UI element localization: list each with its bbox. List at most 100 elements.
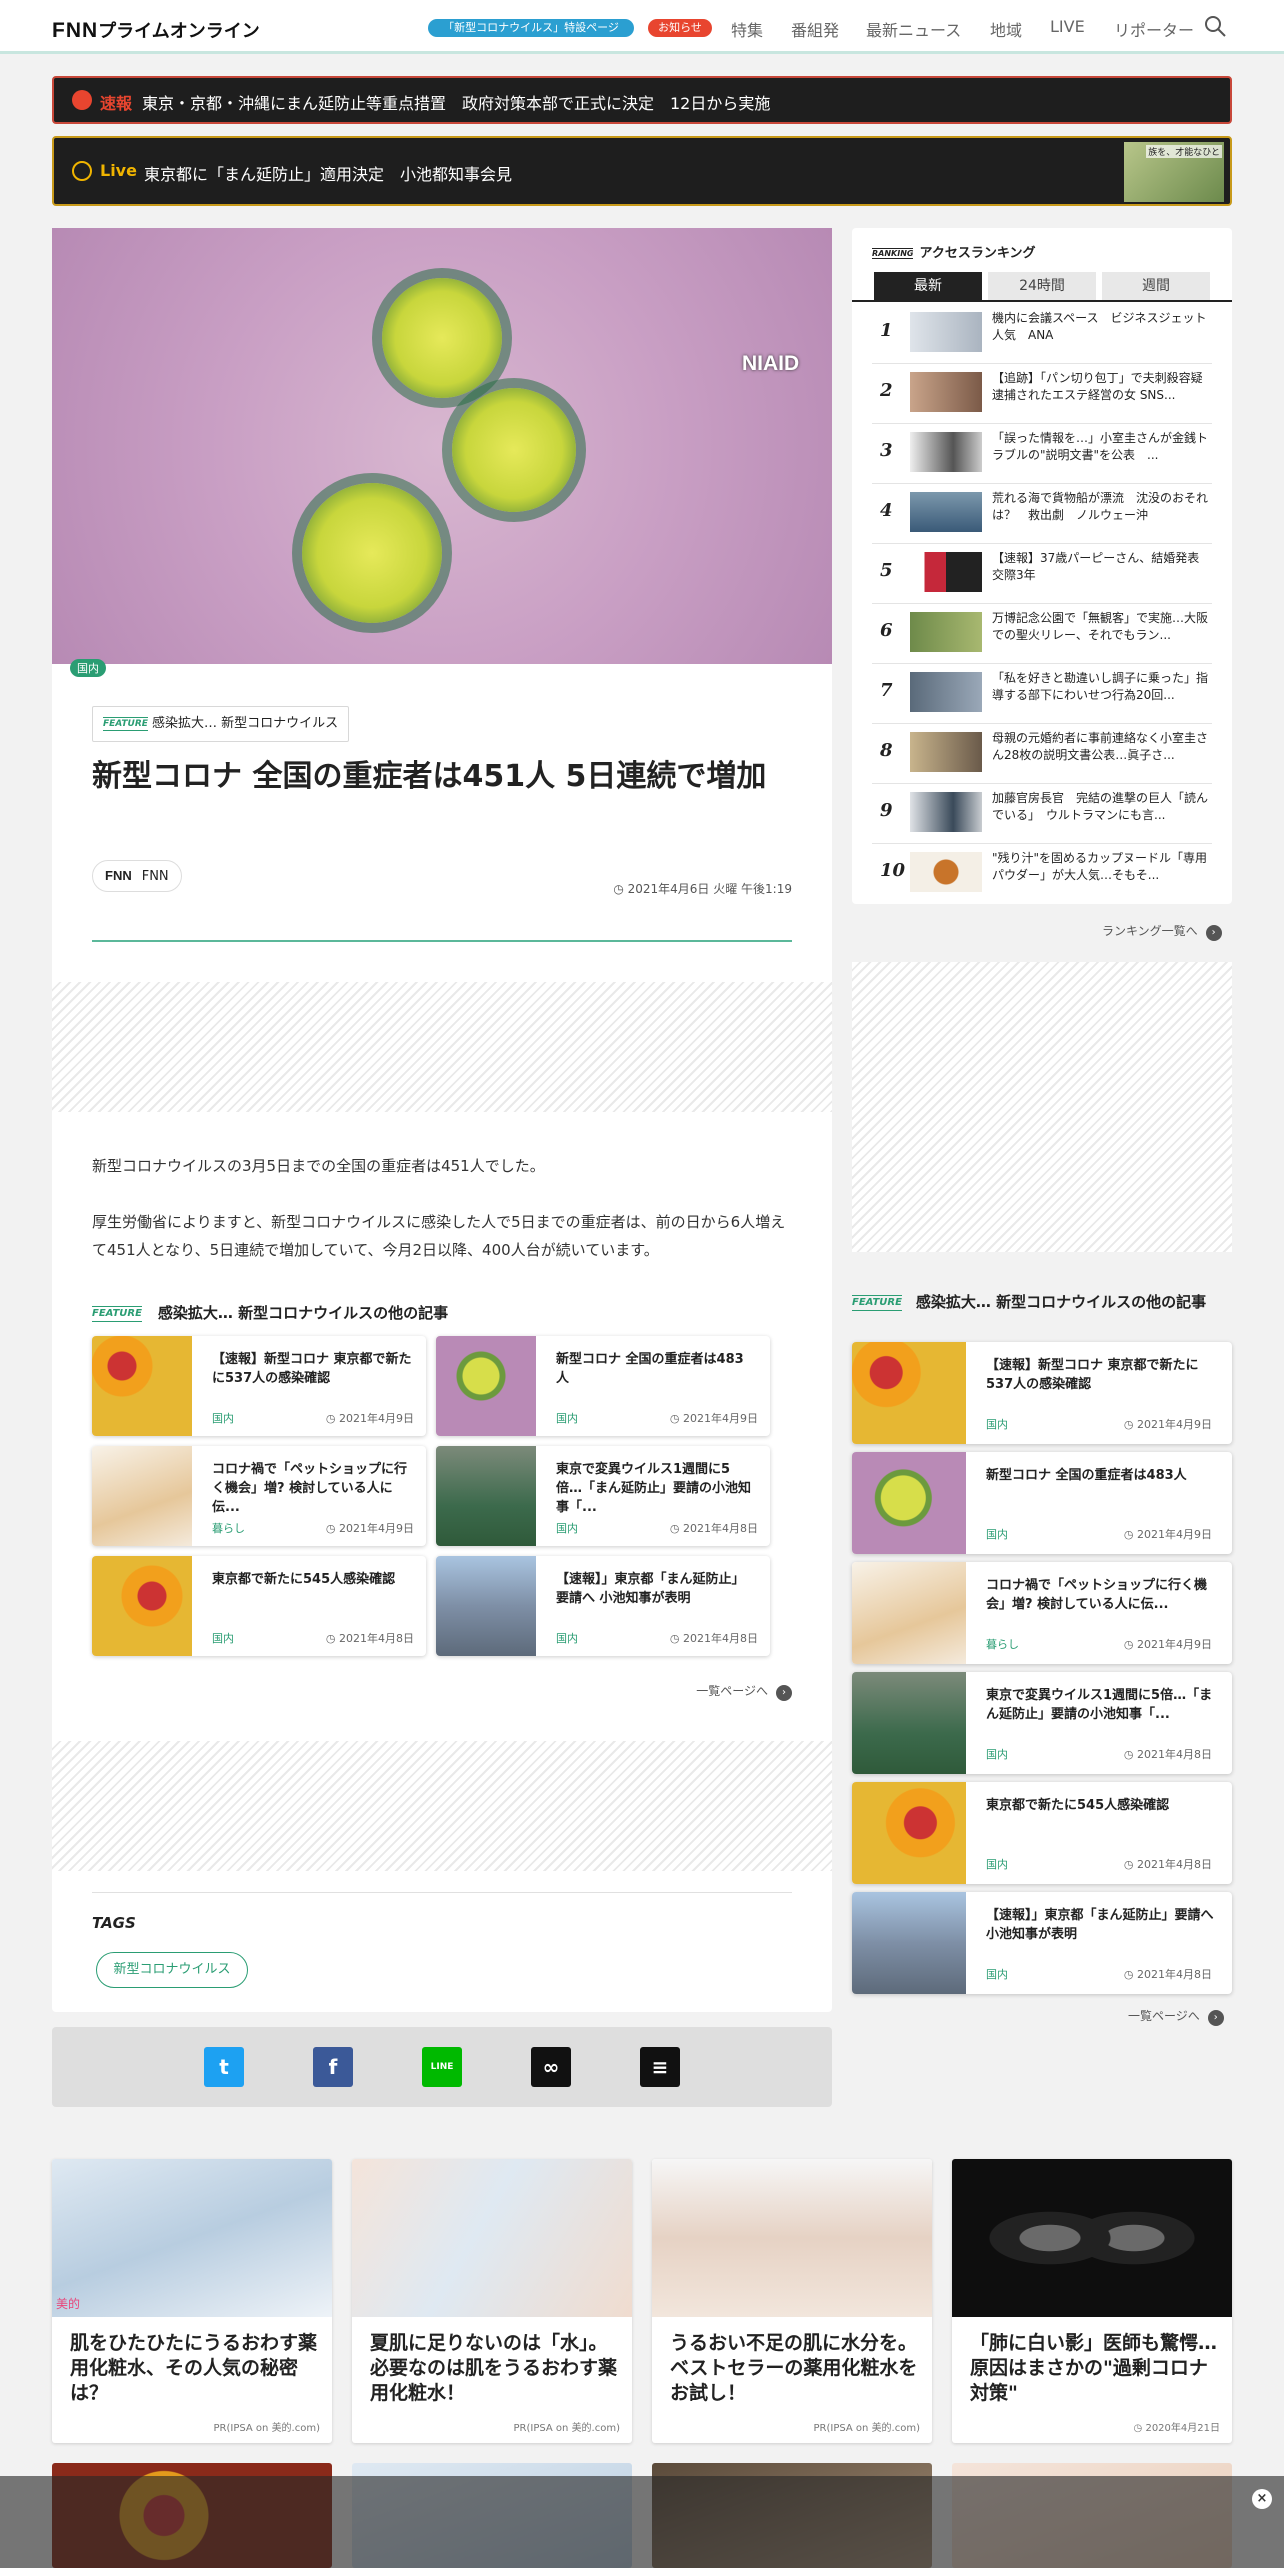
ranking-item[interactable]: 7 「私を好きと勘違いし調子に乗った」指導する部下にわいせつ行為20回... bbox=[872, 664, 1212, 724]
side-feature-card[interactable]: 【速報】新型コロナ 東京都で新たに537人の感染確認 国内 ◷ 2021年4月9日 bbox=[852, 1342, 1232, 1444]
ranking-item[interactable]: 8 母親の元婚約者に事前連絡なく小室圭さん28枚の説明文書公表…眞子さ... bbox=[872, 724, 1212, 784]
ranking-thumb bbox=[910, 492, 982, 532]
side-card-title: 東京で変異ウイルス1週間に5倍…「まん延防止」要請の小池知事「... bbox=[986, 1688, 1213, 1722]
related-card[interactable]: 【速報】新型コロナ 東京都で新たに537人の感染確認 国内 ◷ 2021年4月9… bbox=[92, 1336, 426, 1436]
ranking-title: "残り汁"を固めるカップヌードル「専用パウダー」が大人気…そもそ... bbox=[992, 851, 1208, 882]
side-thumb bbox=[852, 1342, 966, 1444]
ranking-thumb bbox=[910, 612, 982, 652]
chevron-right-icon: › bbox=[1205, 925, 1222, 941]
side-feature-card[interactable]: 東京で変異ウイルス1週間に5倍…「まん延防止」要請の小池知事「... 国内 ◷ 20… bbox=[852, 1672, 1232, 1774]
related-heading: FEATURE 感染拡大… 新型コロナウイルスの他の記事 bbox=[92, 1302, 448, 1323]
special-page-link[interactable]: 「新型コロナウイルス」特設ページ bbox=[428, 19, 634, 37]
live-thumbnail[interactable]: 族を、才能なひと bbox=[1124, 142, 1224, 202]
side-card-date-text: 2021年4月9日 bbox=[1137, 1638, 1212, 1651]
breaking-text: 東京・京都・沖縄にまん延防止等重点措置 政府対策本部で正式に決定 12日から実施 bbox=[142, 94, 771, 113]
copy-link-button[interactable]: ∞ bbox=[531, 2047, 571, 2087]
virus-particle bbox=[452, 388, 576, 512]
related-card-date: ◷ 2021年4月8日 bbox=[669, 1522, 758, 1535]
related-card[interactable]: 東京都で新たに545人感染確認 国内 ◷ 2021年4月8日 bbox=[92, 1556, 426, 1656]
related-card-date-text: 2021年4月9日 bbox=[683, 1412, 758, 1425]
rank-number: 6 bbox=[880, 620, 893, 641]
nav-feature[interactable]: 特集 bbox=[731, 17, 763, 41]
live-eye-icon bbox=[72, 161, 92, 181]
breaking-label: 速報 bbox=[100, 94, 133, 113]
ranking-item[interactable]: 5 【速報】37歳パーピーさん、結婚発表 交際3年 bbox=[872, 544, 1212, 604]
related-card[interactable]: コロナ禍で「ペットショップに行く機会」増? 検討している人に伝... 暮らし ◷… bbox=[92, 1446, 426, 1546]
related-thumb bbox=[92, 1336, 192, 1436]
ranking-item[interactable]: 6 万博記念公園で「無観客」で実施…大阪での聖火リレー、それでもラン... bbox=[872, 604, 1212, 664]
nav-programs[interactable]: 番組発 bbox=[791, 17, 839, 41]
nav-latest-news[interactable]: 最新ニュース bbox=[866, 17, 961, 41]
feature-label: FEATURE bbox=[92, 1305, 142, 1322]
side-card-date: ◷ 2021年4月9日 bbox=[1123, 1418, 1212, 1431]
nav-region[interactable]: 地域 bbox=[990, 17, 1022, 41]
search-icon[interactable] bbox=[1203, 14, 1227, 38]
live-thumb-caption: 族を、才能なひと bbox=[1146, 145, 1222, 158]
side-feature-card[interactable]: 【速報】」東京都「まん延防止」要請へ 小池知事が表明 国内 ◷ 2021年4月8日 bbox=[852, 1892, 1232, 1994]
divider bbox=[852, 300, 1232, 302]
side-feature-card[interactable]: コロナ禍で「ペットショップに行く機会」増? 検討している人に伝... 暮らし ◷ 2… bbox=[852, 1562, 1232, 1664]
promo-card[interactable]: 美的 肌をひたひたにうるおわす薬用化粧水、その人気の秘密は？ PR(IPSA o… bbox=[52, 2159, 332, 2443]
ranking-item[interactable]: 10 "残り汁"を固めるカップヌードル「専用パウダー」が大人気…そもそ... bbox=[872, 844, 1212, 904]
ranking-item[interactable]: 9 加藤官房長官 完結の進撃の巨人「読んでいる」 ウルトラマンにも言... bbox=[872, 784, 1212, 844]
twitter-share-button[interactable]: t bbox=[204, 2047, 244, 2087]
related-card-title: 【速報】」東京都「まん延防止」要請へ 小池知事が表明 bbox=[556, 1572, 745, 1606]
facebook-share-button[interactable]: f bbox=[313, 2047, 353, 2087]
promo-card[interactable]: 「肺に白い影」医師も驚愕…原因はまさかの"過剰コロナ対策" ◷ 2020年4月2… bbox=[952, 2159, 1232, 2443]
rank-number: 9 bbox=[880, 800, 893, 821]
ranking-more-link[interactable]: ランキング一覧へ › bbox=[1102, 922, 1222, 941]
close-icon[interactable]: × bbox=[1252, 2489, 1272, 2509]
ranking-item[interactable]: 1 機内に会議スペース ビジネスジェット人気 ANA bbox=[872, 304, 1212, 364]
promo-title: うるおい不足の肌に水分を。ベストセラーの薬用化粧水をお試し！ bbox=[670, 2332, 918, 2404]
related-title: 感染拡大… 新型コロナウイルスの他の記事 bbox=[157, 1304, 449, 1322]
feature-label: FEATURE bbox=[103, 716, 148, 731]
tab-latest[interactable]: 最新 bbox=[874, 272, 982, 300]
nav-live[interactable]: LIVE bbox=[1050, 17, 1085, 36]
ranking-item[interactable]: 3 「誤った情報を…」小室圭さんが金銭トラブルの"説明文書"を公表 ... bbox=[872, 424, 1212, 484]
promo-title: 夏肌に足りないのは「水」。必要なのは肌をうるおわす薬用化粧水！ bbox=[370, 2332, 618, 2404]
ranking-item[interactable]: 4 荒れる海で貨物船が漂流 沈没のおそれは？ 救出劇 ノルウェー沖 bbox=[872, 484, 1212, 544]
promo-card[interactable]: 夏肌に足りないのは「水」。必要なのは肌をうるおわす薬用化粧水！ PR(IPSA … bbox=[352, 2159, 632, 2443]
ranking-thumb bbox=[910, 372, 982, 412]
promo-source: PR(IPSA on 美的.com) bbox=[213, 2423, 320, 2434]
category-badge[interactable]: 国内 bbox=[70, 659, 106, 677]
promo-title: 「肺に白い影」医師も驚愕…原因はまさかの"過剰コロナ対策" bbox=[970, 2332, 1218, 2404]
author-badge[interactable]: FNN FNN bbox=[92, 860, 182, 892]
breaking-news-bar[interactable]: 速報 東京・京都・沖縄にまん延防止等重点措置 政府対策本部で正式に決定 12日か… bbox=[52, 76, 1232, 124]
promo-title: 肌をひたひたにうるおわす薬用化粧水、その人気の秘密は？ bbox=[70, 2332, 318, 2404]
ranking-title: 機内に会議スペース ビジネスジェット人気 ANA bbox=[992, 311, 1207, 342]
tab-24h[interactable]: 24時間 bbox=[988, 272, 1096, 300]
tag-link[interactable]: 新型コロナウイルス bbox=[96, 1952, 248, 1988]
promo-card[interactable]: うるおい不足の肌に水分を。ベストセラーの薬用化粧水をお試し！ PR(IPSA o… bbox=[652, 2159, 932, 2443]
side-card-category: 国内 bbox=[986, 1418, 1008, 1431]
related-card[interactable]: 【速報】」東京都「まん延防止」要請へ 小池知事が表明 国内 ◷ 2021年4月8… bbox=[436, 1556, 770, 1656]
feature-link[interactable]: FEATURE 感染拡大… 新型コロナウイルス bbox=[92, 706, 350, 742]
side-card-title: 新型コロナ 全国の重症者は483人 bbox=[986, 1468, 1187, 1483]
ranking-heading: RANKING アクセスランキング bbox=[872, 242, 1035, 261]
site-logo[interactable]: FNNプライムオンライン bbox=[52, 17, 260, 43]
side-feature-card[interactable]: 東京都で新たに545人感染確認 国内 ◷ 2021年4月8日 bbox=[852, 1782, 1232, 1884]
related-card-title: 東京で変異ウイルス1週間に5倍…「まん延防止」要請の小池知事「... bbox=[556, 1462, 752, 1515]
related-card-title: コロナ禍で「ペットショップに行く機会」増? 検討している人に伝... bbox=[212, 1462, 408, 1515]
side-card-title: 東京都で新たに545人感染確認 bbox=[986, 1798, 1170, 1813]
live-bar[interactable]: Live 東京都に「まん延防止」適用決定 小池都知事会見 族を、才能なひと bbox=[52, 136, 1232, 206]
ranking-item[interactable]: 2 【追跡】「パン切り包丁」で夫刺殺容疑 逮捕されたエステ経営の女 SNS... bbox=[872, 364, 1212, 424]
nav-reporter[interactable]: リポーター bbox=[1114, 17, 1194, 41]
related-thumb bbox=[92, 1446, 192, 1546]
related-card-date: ◷ 2021年4月9日 bbox=[669, 1412, 758, 1425]
tab-weekly[interactable]: 週間 bbox=[1102, 272, 1210, 300]
promo-badge: 美的 bbox=[56, 2297, 81, 2311]
side-more-link[interactable]: 一覧ページへ › bbox=[1128, 2007, 1224, 2026]
side-card-date: ◷ 2021年4月8日 bbox=[1123, 1968, 1212, 1981]
related-card[interactable]: 新型コロナ 全国の重症者は483人 国内 ◷ 2021年4月9日 bbox=[436, 1336, 770, 1436]
related-card[interactable]: 東京で変異ウイルス1週間に5倍…「まん延防止」要請の小池知事「... 国内 ◷ … bbox=[436, 1446, 770, 1546]
notice-link[interactable]: お知らせ bbox=[648, 19, 712, 37]
side-feature-card[interactable]: 新型コロナ 全国の重症者は483人 国内 ◷ 2021年4月9日 bbox=[852, 1452, 1232, 1554]
related-more-link[interactable]: 一覧ページへ › bbox=[696, 1682, 792, 1701]
rank-number: 3 bbox=[880, 440, 893, 461]
side-card-date: ◷ 2021年4月8日 bbox=[1123, 1748, 1212, 1761]
line-share-button[interactable]: LINE bbox=[422, 2047, 462, 2087]
comment-button[interactable]: ≡ bbox=[640, 2047, 680, 2087]
ranking-title: 【追跡】「パン切り包丁」で夫刺殺容疑 逮捕されたエステ経営の女 SNS... bbox=[992, 371, 1203, 402]
virus-particle bbox=[382, 278, 502, 398]
